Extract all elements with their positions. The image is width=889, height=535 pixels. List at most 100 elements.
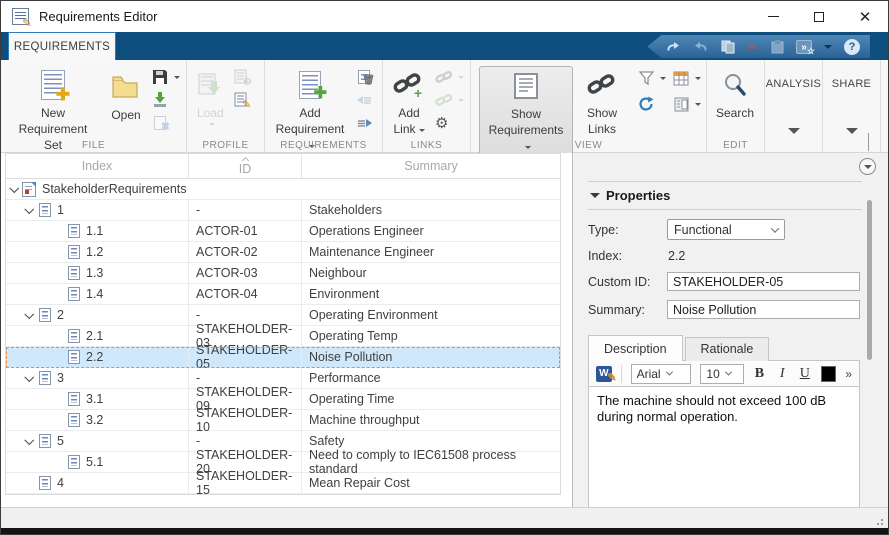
- tab-description[interactable]: Description: [588, 335, 683, 361]
- custom-id-field[interactable]: [667, 272, 860, 291]
- column-header-index[interactable]: Index: [6, 154, 188, 178]
- table-row[interactable]: 1.3 ACTOR-03 Neighbour: [6, 263, 560, 284]
- collapse-ribbon-icon[interactable]: [868, 134, 882, 144]
- font-name-dropdown[interactable]: Arial: [631, 364, 692, 384]
- expand-chevron-icon[interactable]: [23, 207, 35, 214]
- table-row[interactable]: 2.2 STAKEHOLDER-05 Noise Pollution: [6, 347, 560, 368]
- underline-button[interactable]: U: [798, 366, 812, 382]
- filter-caret[interactable]: [660, 77, 666, 83]
- search-button[interactable]: Search: [711, 66, 759, 123]
- load-dropdown-caret[interactable]: [209, 123, 215, 129]
- analysis-gallery[interactable]: ANALYSIS: [765, 60, 823, 152]
- open-button[interactable]: Open: [105, 68, 147, 125]
- paste-icon[interactable]: [771, 40, 784, 54]
- toolbar-overflow-button[interactable]: »: [845, 367, 852, 381]
- expand-chevron-icon[interactable]: [23, 375, 35, 382]
- help-icon[interactable]: ?: [844, 39, 860, 55]
- row-summary: Neighbour: [301, 263, 560, 283]
- ribbon-band: REQUIREMENTS ✂ »☆ ?: [1, 32, 888, 60]
- cut-icon[interactable]: ✂: [747, 40, 759, 54]
- new-requirement-set-icon: ✚: [41, 68, 65, 102]
- requirement-icon: [68, 224, 80, 238]
- copy-link-icon[interactable]: [435, 91, 453, 109]
- close-button[interactable]: ✕: [842, 1, 888, 32]
- row-summary: Stakeholders: [301, 200, 560, 220]
- app-icon: ✎: [12, 8, 29, 25]
- expand-chevron-icon[interactable]: [8, 186, 20, 193]
- copy-link-caret[interactable]: [458, 99, 464, 105]
- table-row[interactable]: 1 - Stakeholders: [6, 200, 560, 221]
- font-size-dropdown[interactable]: 10: [700, 364, 743, 384]
- properties-header[interactable]: Properties: [588, 182, 862, 209]
- requirement-icon: [39, 203, 51, 217]
- font-color-swatch[interactable]: [821, 366, 837, 382]
- maximize-button[interactable]: [796, 1, 842, 32]
- tab-rationale[interactable]: Rationale: [685, 337, 770, 361]
- tab-requirements[interactable]: REQUIREMENTS: [8, 32, 116, 60]
- expand-chevron-icon[interactable]: [23, 312, 35, 319]
- minimize-button[interactable]: [750, 1, 796, 32]
- qab-dropdown-caret[interactable]: [824, 45, 832, 53]
- import-icon[interactable]: [151, 91, 169, 109]
- resize-grip[interactable]: [876, 516, 885, 525]
- chevron-down-icon: [666, 369, 673, 376]
- redo-icon[interactable]: [693, 40, 709, 53]
- requirements-grid-panel: Index ID Summary StakeholderRequirements: [1, 153, 572, 507]
- table-row[interactable]: 4 STAKEHOLDER-15 Mean Repair Cost: [6, 473, 560, 494]
- row-id: ACTOR-03: [188, 263, 301, 283]
- table-row[interactable]: 3.2 STAKEHOLDER-10 Machine throughput: [6, 410, 560, 431]
- chevron-down-icon: [771, 224, 779, 232]
- link-settings-gear-icon[interactable]: ⚙: [435, 116, 448, 131]
- report-panel-caret[interactable]: [695, 103, 701, 109]
- filter-icon[interactable]: [637, 69, 655, 87]
- open-folder-icon: [111, 70, 141, 104]
- row-id: ACTOR-04: [188, 284, 301, 304]
- save-icon[interactable]: [151, 68, 169, 86]
- refresh-icon[interactable]: [637, 95, 655, 113]
- panel-collapse-icon[interactable]: [859, 158, 876, 175]
- delete-requirement-icon[interactable]: 🗑: [355, 68, 373, 86]
- bold-button[interactable]: B: [753, 366, 767, 382]
- report-panel-icon[interactable]: [672, 95, 690, 113]
- favorites-icon[interactable]: »☆: [796, 40, 812, 54]
- svg-text:✎: ✎: [242, 99, 251, 111]
- copy-icon[interactable]: [721, 40, 735, 54]
- table-row[interactable]: 1.4 ACTOR-04 Environment: [6, 284, 560, 305]
- italic-button[interactable]: I: [775, 366, 789, 382]
- requirement-icon: [39, 476, 51, 490]
- add-link-caret[interactable]: [419, 129, 425, 135]
- table-row[interactable]: 1.1 ACTOR-01 Operations Engineer: [6, 221, 560, 242]
- delete-link-icon[interactable]: [435, 68, 453, 86]
- table-row-root[interactable]: StakeholderRequirements: [6, 179, 560, 200]
- requirement-icon: [68, 245, 80, 259]
- type-dropdown[interactable]: Functional: [667, 219, 785, 240]
- table-row[interactable]: 1.2 ACTOR-02 Maintenance Engineer: [6, 242, 560, 263]
- undo-icon[interactable]: [665, 40, 681, 53]
- grid-header: Index ID Summary: [6, 154, 560, 179]
- requirement-icon: [68, 329, 80, 343]
- expand-chevron-icon[interactable]: [23, 438, 35, 445]
- vertical-scrollbar[interactable]: [867, 200, 872, 360]
- columns-caret[interactable]: [695, 77, 701, 83]
- load-profile-button[interactable]: Load: [191, 66, 230, 129]
- column-header-id[interactable]: ID: [188, 154, 301, 178]
- row-id: ACTOR-02: [188, 242, 301, 262]
- summary-field[interactable]: [667, 300, 860, 319]
- columns-icon[interactable]: [672, 69, 690, 87]
- profile-settings-icon[interactable]: ⚙: [234, 68, 252, 86]
- demote-requirement-icon[interactable]: [355, 114, 373, 132]
- requirement-icon: [68, 350, 80, 364]
- close-requirement-set-icon[interactable]: ✖: [151, 114, 169, 132]
- save-dropdown-caret[interactable]: [174, 76, 180, 82]
- column-header-summary[interactable]: Summary: [301, 154, 560, 178]
- show-links-button[interactable]: ShowLinks: [577, 66, 627, 139]
- row-id: STAKEHOLDER-10: [188, 410, 301, 430]
- row-id: STAKEHOLDER-05: [188, 347, 301, 367]
- section-file: ✚ New Requirement Set Open: [1, 60, 187, 152]
- add-link-button[interactable]: + Add Link: [387, 66, 431, 139]
- promote-requirement-icon[interactable]: [355, 91, 373, 109]
- word-edit-icon[interactable]: W: [596, 366, 612, 382]
- type-label: Type:: [588, 223, 667, 237]
- edit-profile-icon[interactable]: ✎: [234, 91, 252, 109]
- delete-link-caret[interactable]: [458, 76, 464, 82]
